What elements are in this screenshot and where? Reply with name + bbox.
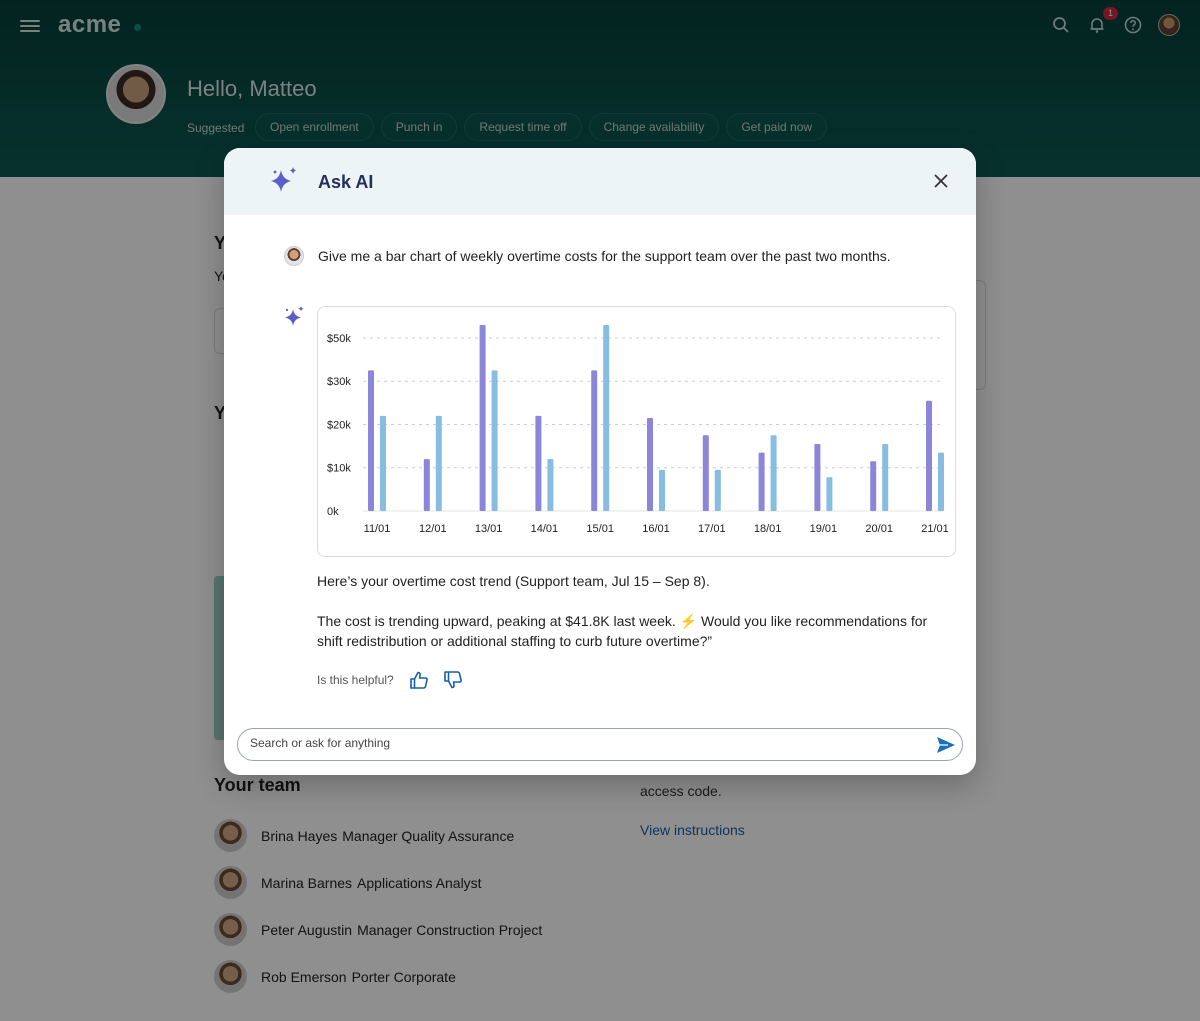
chart-bar (547, 459, 554, 511)
chart-bar (714, 469, 721, 511)
dialog-title: Ask AI (318, 172, 374, 192)
thumbs-down-icon[interactable] (442, 669, 464, 691)
ai-sparkle-icon (285, 306, 304, 326)
close-icon[interactable] (932, 172, 950, 190)
x-tick-label: 11/01 (364, 523, 391, 535)
lightning-icon: ⚡ (679, 613, 698, 629)
chart-bar (702, 435, 709, 511)
chart-bar (435, 415, 442, 511)
helpful-label: Is this helpful? (317, 673, 394, 687)
ai-response-summary: Here’s your overtime cost trend (Support… (317, 573, 710, 589)
chart-bar (870, 461, 877, 511)
chart-bar (826, 477, 833, 511)
avatar (284, 246, 304, 266)
x-tick-label: 16/01 (642, 523, 670, 535)
ai-sparkle-icon (271, 167, 297, 192)
x-tick-label: 21/01 (921, 523, 949, 535)
chart-svg: 0k $10k $20k $30k $50k 11/01 12/01 13/01 14/01 15… (327, 325, 949, 535)
ai-response-detail-a: The cost is trending upward, peaking at … (317, 613, 676, 629)
chart-bar (647, 418, 653, 511)
chart-bar (423, 459, 430, 511)
chart-bar (603, 325, 610, 511)
chart-bar (926, 400, 932, 511)
chart-bar (938, 452, 944, 511)
y-tick-label: $50k (327, 333, 351, 345)
x-tick-label: 18/01 (754, 523, 782, 535)
chart-bar (491, 370, 498, 511)
y-tick-label: $10k (327, 463, 351, 475)
chart-bar (882, 443, 889, 511)
x-tick-label: 14/01 (531, 523, 559, 535)
chart-bar (535, 415, 542, 511)
chart-bar (479, 325, 486, 511)
user-prompt-text: Give me a bar chart of weekly overtime c… (318, 248, 891, 264)
chart-bar (659, 469, 665, 511)
chart-bar (758, 452, 765, 511)
y-tick-label: $20k (327, 419, 351, 431)
search-input[interactable] (250, 736, 910, 750)
chart-bar (368, 370, 374, 511)
ai-response-detail: The cost is trending upward, peaking at … (317, 611, 947, 651)
x-tick-label: 15/01 (586, 523, 614, 535)
chart-bar (380, 415, 386, 511)
chart-bar (814, 443, 821, 511)
x-tick-label: 20/01 (865, 523, 893, 535)
dialog-header: Ask AI (224, 148, 976, 215)
thumbs-up-icon[interactable] (408, 669, 430, 691)
x-tick-label: 13/01 (475, 523, 503, 535)
x-tick-label: 12/01 (419, 523, 447, 535)
overtime-bar-chart: 0k $10k $20k $30k $50k 11/01 12/01 13/01 14/01 15… (317, 306, 956, 557)
ask-ai-search-bar (237, 728, 963, 761)
chart-bar (591, 370, 598, 511)
y-tick-label: 0k (327, 506, 339, 518)
y-tick-label: $30k (327, 376, 351, 388)
user-message: Give me a bar chart of weekly overtime c… (284, 246, 891, 266)
send-icon[interactable] (936, 736, 956, 754)
chart-bar (770, 435, 777, 511)
x-tick-label: 17/01 (698, 523, 726, 535)
ask-ai-dialog: Ask AI Give me a bar chart of weekly ove… (224, 148, 976, 775)
feedback-row: Is this helpful? (317, 669, 476, 691)
x-tick-label: 19/01 (810, 523, 838, 535)
